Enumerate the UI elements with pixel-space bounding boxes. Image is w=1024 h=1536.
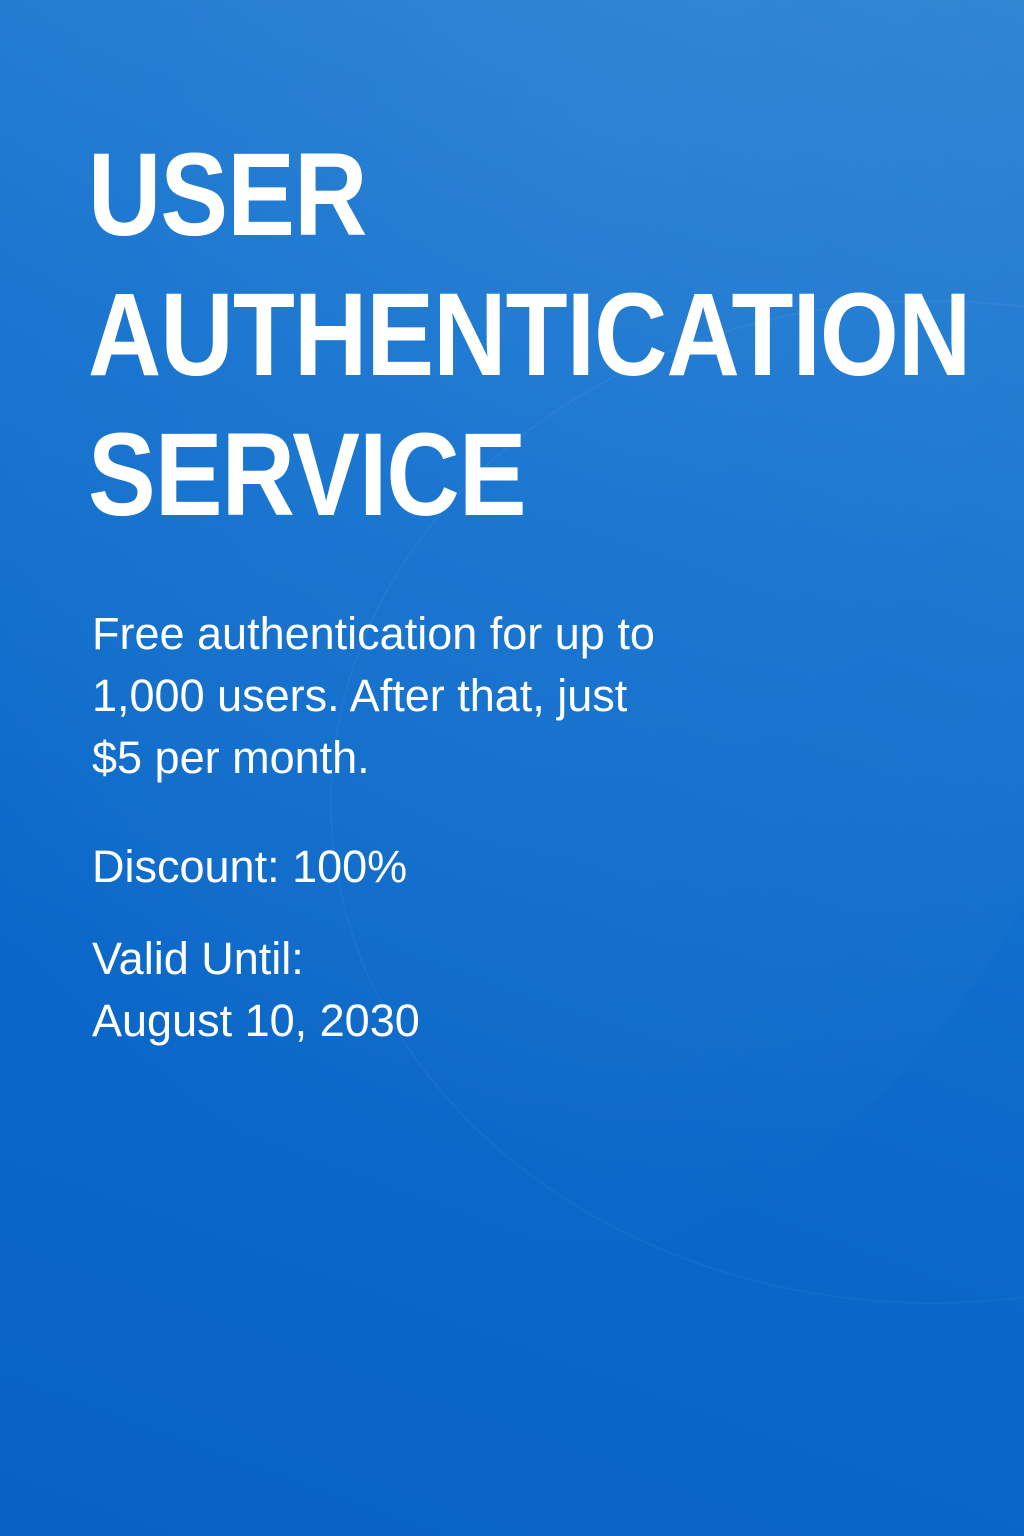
description-line-3: $5 per month.	[92, 732, 370, 783]
discount-text: Discount: 100%	[92, 841, 408, 892]
valid-until-label: Valid Until:	[92, 933, 304, 984]
headline: USER AUTHENTICATION SERVICE	[88, 125, 971, 545]
headline-line-2: AUTHENTICATION	[88, 269, 971, 401]
promo-poster: USER AUTHENTICATION SERVICE Free authent…	[0, 0, 1024, 1536]
valid-until-date: August 10, 2030	[92, 995, 420, 1046]
validity-block: Valid Until: August 10, 2030	[92, 928, 420, 1052]
description-line-2: 1,000 users. After that, just	[92, 670, 628, 721]
description-line-1: Free authentication for up to	[92, 608, 655, 659]
headline-line-1: USER	[88, 129, 367, 261]
offer-description: Free authentication for up to 1,000 user…	[92, 603, 812, 789]
headline-line-3: SERVICE	[88, 409, 527, 541]
